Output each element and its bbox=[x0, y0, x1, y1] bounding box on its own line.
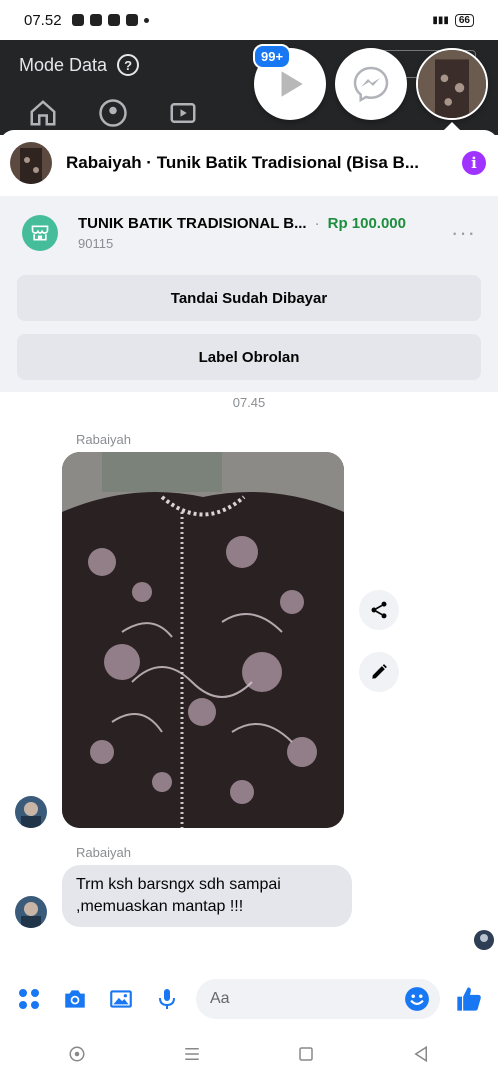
watch-icon bbox=[170, 102, 196, 123]
marketplace-panel: TUNIK BATIK TRADISIONAL B... · Rp 100.00… bbox=[0, 196, 498, 392]
messenger-icon bbox=[353, 66, 389, 103]
app-notification-icon bbox=[89, 14, 102, 26]
product-details: TUNIK BATIK TRADISIONAL B... · Rp 100.00… bbox=[78, 215, 437, 251]
mark-paid-button[interactable]: Tandai Sudah Dibayar bbox=[17, 275, 481, 321]
chat-sheet: Rabaiyah · Tunik Batik Tradisional (Bisa… bbox=[0, 130, 498, 1028]
notification-badge: 99+ bbox=[253, 44, 292, 69]
menu-icon[interactable] bbox=[180, 1042, 204, 1066]
microphone-icon[interactable] bbox=[150, 982, 184, 1016]
mode-data-label: Mode Data ? bbox=[19, 54, 140, 76]
sender-avatar[interactable] bbox=[15, 896, 47, 928]
share-button[interactable] bbox=[359, 590, 399, 630]
text-message[interactable]: Trm ksh barsngx sdh sampai ,memuaskan ma… bbox=[62, 865, 352, 927]
info-icon[interactable]: i bbox=[462, 151, 486, 175]
share-icon bbox=[371, 601, 387, 619]
product-id: 90115 bbox=[78, 236, 114, 251]
product-listing[interactable]: TUNIK BATIK TRADISIONAL B... · Rp 100.00… bbox=[0, 196, 498, 270]
sender-avatar-image bbox=[15, 796, 47, 828]
sender-name: Rabaiyah bbox=[76, 845, 131, 860]
seen-indicator-avatar bbox=[474, 930, 494, 950]
assistant-icon[interactable] bbox=[65, 1042, 89, 1066]
shop-icon bbox=[22, 215, 58, 251]
camera-icon[interactable] bbox=[58, 982, 92, 1016]
messenger-chat-head[interactable] bbox=[335, 48, 407, 120]
telegram-icon bbox=[107, 14, 120, 26]
batik-shirt-photo bbox=[62, 452, 344, 828]
back-icon[interactable] bbox=[409, 1042, 433, 1066]
video-play-icon bbox=[281, 71, 303, 97]
android-nav-bar bbox=[0, 1028, 498, 1080]
contact-chat-head[interactable] bbox=[416, 48, 488, 120]
signal-icon: ▮▮▮ bbox=[432, 14, 449, 26]
notification-icons bbox=[71, 14, 149, 26]
product-name: TUNIK BATIK TRADISIONAL B... bbox=[78, 215, 307, 232]
product-price: Rp 100.000 bbox=[327, 215, 406, 232]
sync-icon bbox=[125, 14, 138, 26]
sender-name: Rabaiyah bbox=[76, 432, 131, 447]
status-time: 07.52 bbox=[24, 11, 62, 29]
contact-avatar[interactable] bbox=[10, 142, 52, 184]
pencil-icon bbox=[372, 664, 387, 679]
label-chat-button[interactable]: Label Obrolan bbox=[17, 334, 481, 380]
contact-avatar-image bbox=[10, 142, 52, 184]
message-input-placeholder: Aa bbox=[210, 990, 230, 1007]
sender-avatar[interactable] bbox=[15, 796, 47, 828]
status-bar: 07.52 ▮▮▮ 66 bbox=[0, 0, 498, 40]
gallery-icon[interactable] bbox=[104, 982, 138, 1016]
groups-icon bbox=[99, 98, 127, 127]
like-icon[interactable] bbox=[452, 982, 486, 1016]
more-actions-icon[interactable] bbox=[12, 982, 46, 1016]
separator: · bbox=[314, 215, 320, 232]
home-button-icon[interactable] bbox=[294, 1042, 318, 1066]
message-composer: Aa bbox=[0, 970, 498, 1028]
message-input[interactable]: Aa bbox=[196, 979, 440, 1019]
more-notifications-icon bbox=[143, 17, 149, 23]
help-icon[interactable]: ? bbox=[117, 54, 140, 76]
conversation-header: Rabaiyah · Tunik Batik Tradisional (Bisa… bbox=[0, 130, 498, 196]
more-options-icon[interactable]: ··· bbox=[451, 220, 476, 246]
home-icon bbox=[30, 99, 56, 125]
photo-message[interactable] bbox=[62, 452, 344, 828]
contact-avatar-image bbox=[418, 50, 486, 118]
edit-button[interactable] bbox=[359, 652, 399, 692]
sender-avatar-image bbox=[15, 896, 47, 928]
battery-icon: 66 bbox=[454, 13, 474, 27]
message-timestamp: 07.45 bbox=[232, 395, 266, 410]
emoji-icon[interactable] bbox=[404, 986, 430, 1012]
system-indicators: ▮▮▮ 66 bbox=[432, 13, 474, 27]
conversation-title[interactable]: Rabaiyah · Tunik Batik Tradisional (Bisa… bbox=[66, 153, 450, 173]
whatsapp-icon bbox=[71, 14, 84, 26]
